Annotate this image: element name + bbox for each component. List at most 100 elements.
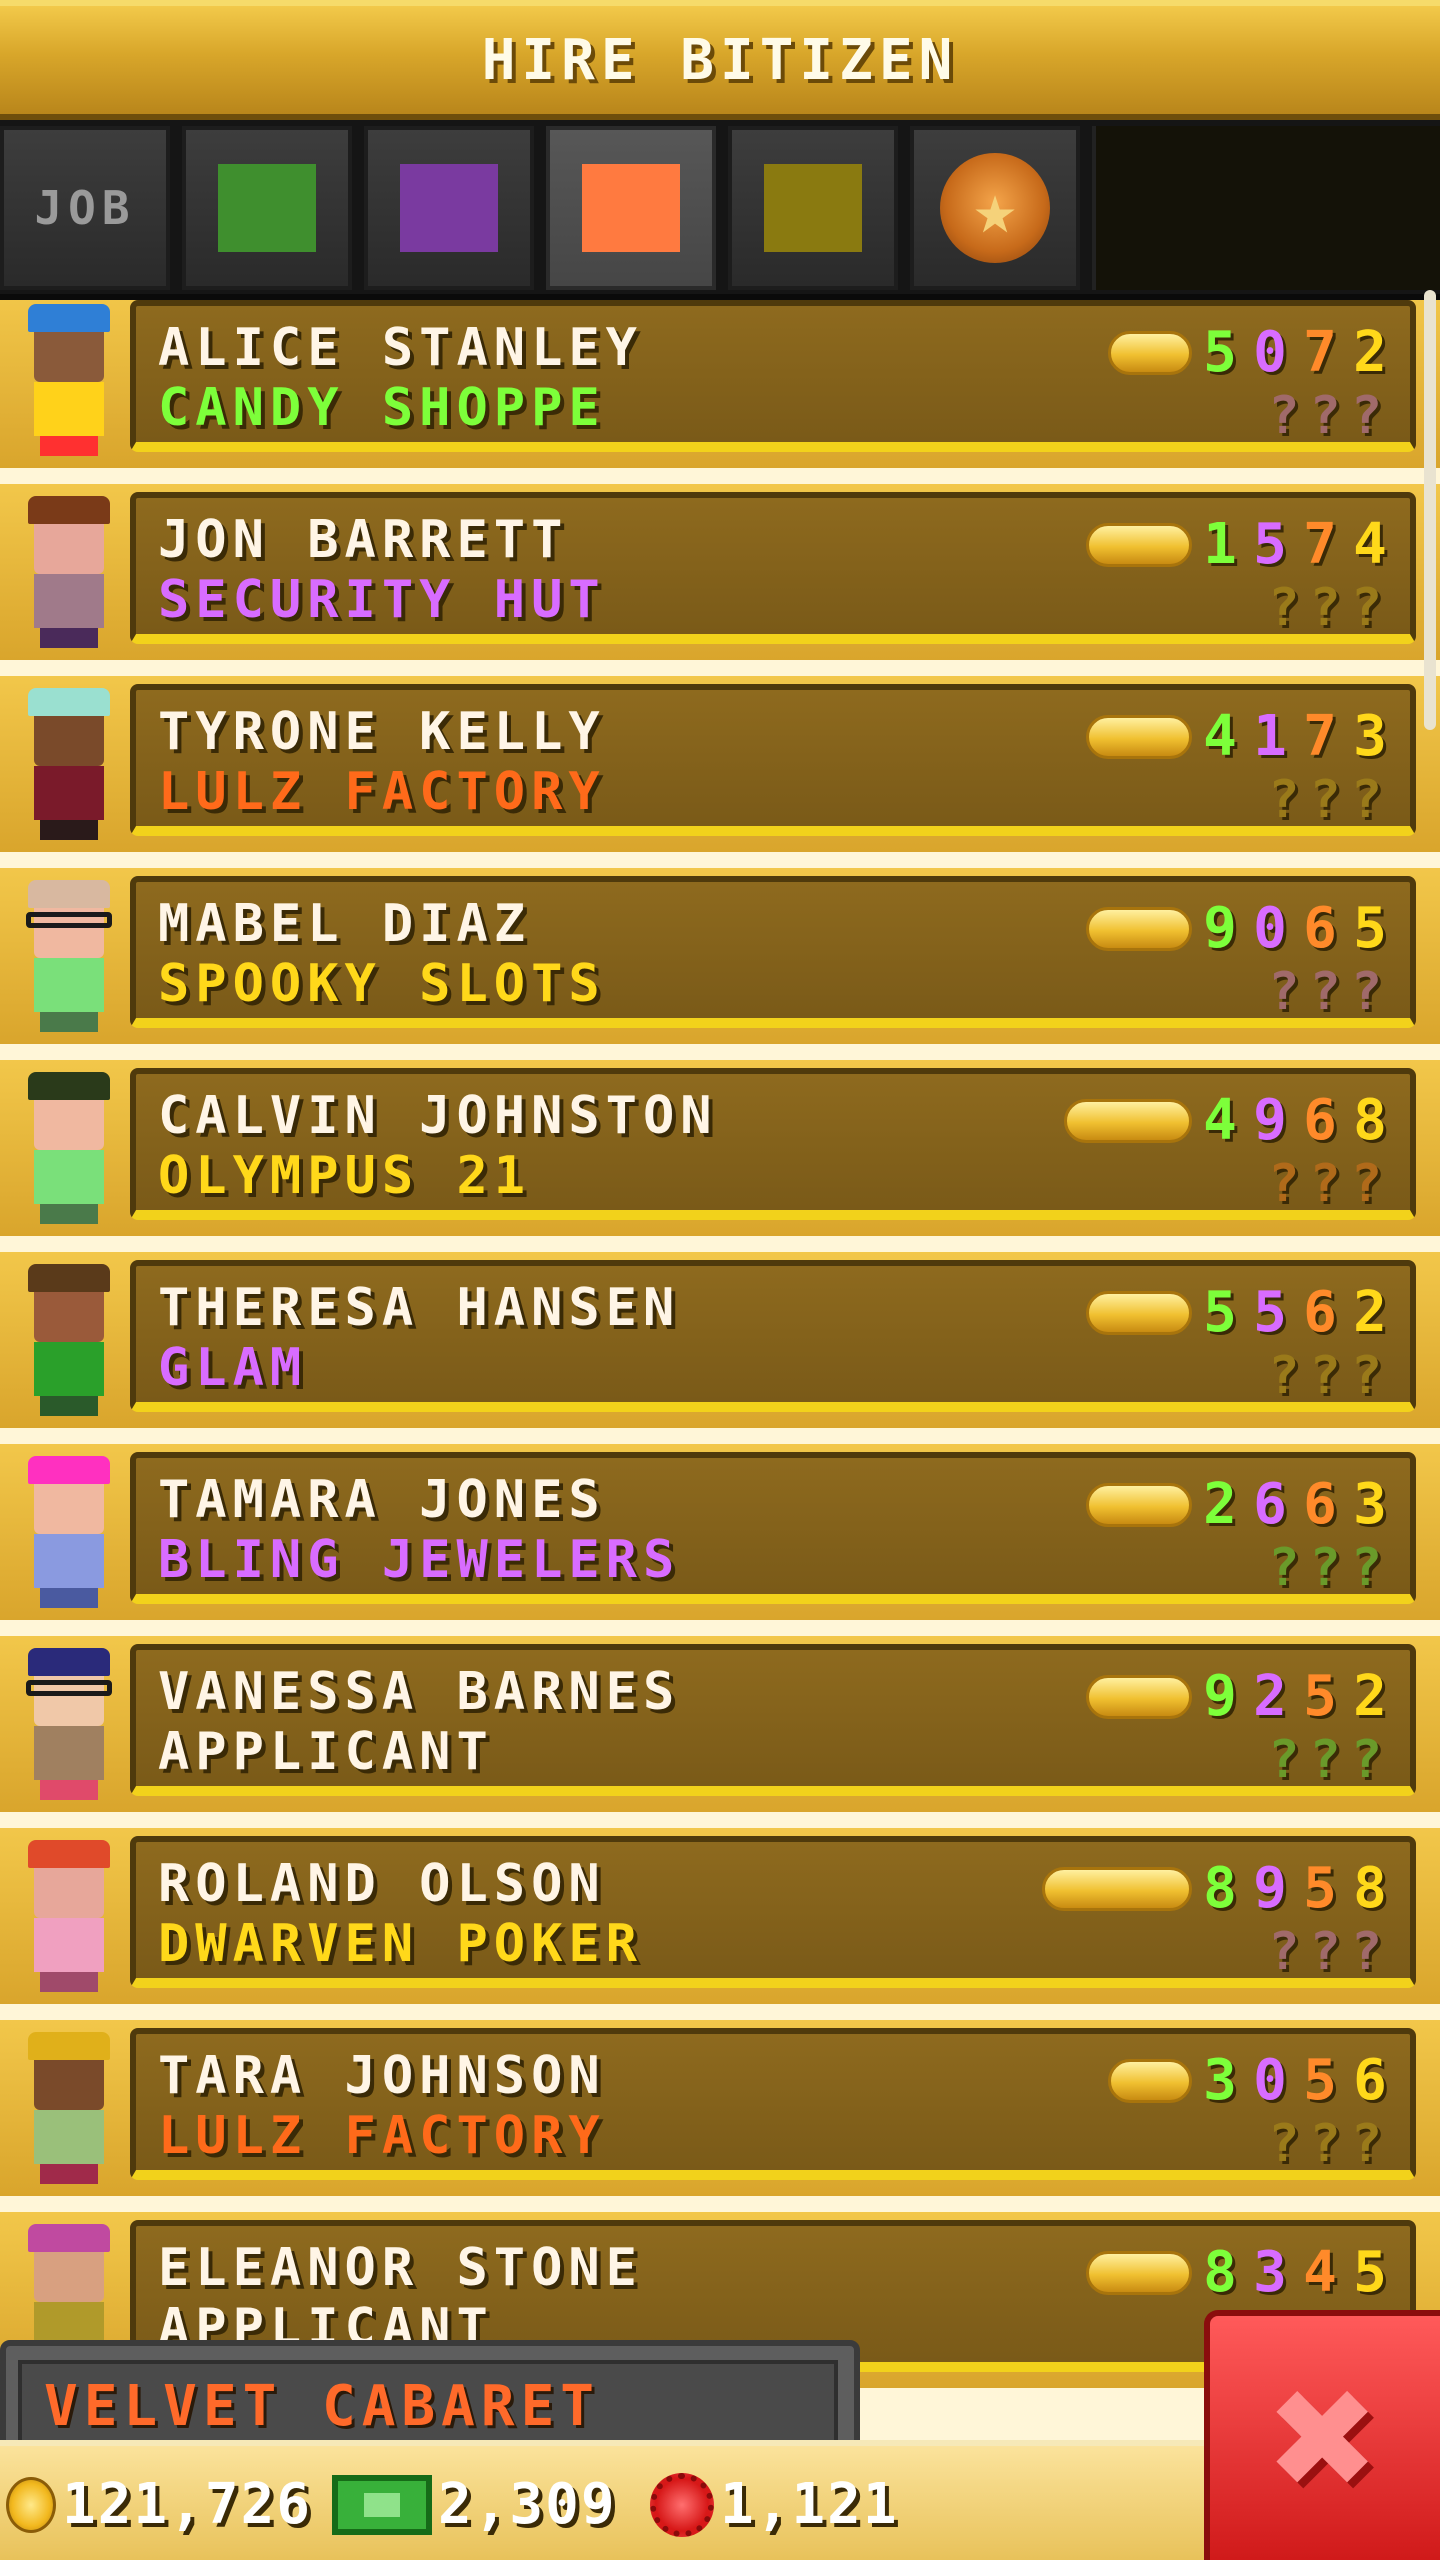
avatar-legs (40, 1012, 98, 1032)
avatar-legs (40, 2164, 98, 2184)
building-tab-inner: VELVET CABARET (18, 2360, 838, 2450)
bitizen-name: ELEANOR STONE (158, 2238, 643, 2298)
close-button[interactable]: ✖ (1204, 2310, 1440, 2560)
dream-job-unknown: ??? (1268, 1538, 1392, 1598)
avatar-legs (40, 1204, 98, 1224)
bitizen-card: TAMARA JONES BLING JEWELERS 2663 ??? (130, 1452, 1416, 1604)
skill-digit: 6 (1303, 1280, 1337, 1345)
skill-digit: 5 (1353, 2240, 1387, 2305)
bitizen-list[interactable]: ALICE STANLEY CANDY SHOPPE 5072 ??? JON … (0, 300, 1440, 2440)
skill-digit: 4 (1353, 512, 1387, 577)
bitizen-row[interactable]: ALICE STANLEY CANDY SHOPPE 5072 ??? (0, 300, 1440, 476)
tab-yellow[interactable] (728, 126, 898, 290)
tab-job-label: JOB (34, 181, 136, 235)
skill-digit: 5 (1253, 512, 1287, 577)
skill-digit: 9 (1253, 1088, 1287, 1153)
avatar-legs (40, 436, 98, 456)
skill-digit: 0 (1253, 2048, 1287, 2113)
coin-stack-icon (1108, 2058, 1192, 2103)
tab-purple[interactable] (364, 126, 534, 290)
bitizen-row[interactable]: THERESA HANSEN GLAM 5562 ??? (0, 1244, 1440, 1436)
bitizen-card: TARA JOHNSON LULZ FACTORY 3056 ??? (130, 2028, 1416, 2180)
bitizen-job: CANDY SHOPPE (158, 378, 606, 438)
tab-green[interactable] (182, 126, 352, 290)
skill-digit: 8 (1353, 1088, 1387, 1153)
bitizen-name: CALVIN JOHNSTON (158, 1086, 718, 1146)
bitizen-avatar (18, 2026, 118, 2186)
avatar-hair (28, 2224, 110, 2252)
skill-digit: 3 (1353, 704, 1387, 769)
skill-digit: 5 (1303, 1856, 1337, 1921)
avatar-hair (28, 496, 110, 524)
dream-job-unknown: ??? (1268, 1730, 1392, 1790)
tab-bar-filler (1092, 126, 1440, 290)
filter-tabs: JOB ★ (0, 120, 1440, 300)
avatar-legs (40, 628, 98, 648)
bitizen-name: ROLAND OLSON (158, 1854, 606, 1914)
stat-box: 8345 (1086, 2240, 1392, 2305)
bitizen-avatar (18, 1834, 118, 1994)
stat-box: 8958 (1042, 1856, 1392, 1921)
star-badge-icon: ★ (940, 153, 1050, 263)
avatar-body (34, 1918, 104, 1972)
header-bar: HIRE BITIZEN (0, 0, 1440, 120)
skill-digit: 8 (1353, 1856, 1387, 1921)
bitizen-row[interactable]: ROLAND OLSON DWARVEN POKER 8958 ??? (0, 1820, 1440, 2012)
skill-digit: 2 (1353, 320, 1387, 385)
bitizen-row[interactable]: MABEL DIAZ SPOOKY SLOTS 9065 ??? (0, 860, 1440, 1052)
skill-digit: 8 (1203, 2240, 1237, 2305)
dream-job-unknown: ??? (1268, 770, 1392, 830)
dream-job-unknown: ??? (1268, 386, 1392, 446)
stat-box: 9065 (1086, 896, 1392, 961)
bitizen-row[interactable]: VANESSA BARNES APPLICANT 9252 ??? (0, 1628, 1440, 1820)
avatar-legs (40, 1588, 98, 1608)
bitizen-card: ROLAND OLSON DWARVEN POKER 8958 ??? (130, 1836, 1416, 1988)
building-name: VELVET CABARET (44, 2374, 601, 2439)
bitizen-avatar (18, 1642, 118, 1802)
skill-digit: 1 (1203, 512, 1237, 577)
bux-value: 2,309 (438, 2472, 617, 2537)
coin-stack-icon (1086, 1290, 1192, 1335)
bitizen-row[interactable]: JON BARRETT SECURITY HUT 1574 ??? (0, 476, 1440, 668)
bitizen-row[interactable]: CALVIN JOHNSTON OLYMPUS 21 4968 ??? (0, 1052, 1440, 1244)
avatar-legs (40, 820, 98, 840)
skill-digit: 5 (1253, 1280, 1287, 1345)
stat-box: 5562 (1086, 1280, 1392, 1345)
avatar-body (34, 1726, 104, 1780)
scrollbar[interactable] (1424, 290, 1436, 730)
bitizen-job: DWARVEN POKER (158, 1914, 643, 1974)
skill-digit: 3 (1203, 2048, 1237, 2113)
bitizen-card: MABEL DIAZ SPOOKY SLOTS 9065 ??? (130, 876, 1416, 1028)
avatar-hair (28, 1072, 110, 1100)
bitizen-name: TARA JOHNSON (158, 2046, 606, 2106)
bitizen-job: SECURITY HUT (158, 570, 606, 630)
bitizen-job: GLAM (158, 1338, 308, 1398)
tab-favorites[interactable]: ★ (910, 126, 1080, 290)
avatar-body (34, 2110, 104, 2164)
dream-job-unknown: ??? (1268, 1922, 1392, 1982)
skill-digit: 4 (1203, 704, 1237, 769)
bitizen-job: SPOOKY SLOTS (158, 954, 606, 1014)
coin-stack-icon (1042, 1866, 1192, 1911)
skill-digit: 5 (1203, 320, 1237, 385)
skill-digit: 0 (1253, 320, 1287, 385)
coin-stack-icon (1086, 1674, 1192, 1719)
bitizen-row[interactable]: TAMARA JONES BLING JEWELERS 2663 ??? (0, 1436, 1440, 1628)
avatar-body (34, 1150, 104, 1204)
bitizen-row[interactable]: TYRONE KELLY LULZ FACTORY 4173 ??? (0, 668, 1440, 860)
bitizen-card: CALVIN JOHNSTON OLYMPUS 21 4968 ??? (130, 1068, 1416, 1220)
avatar-body (34, 382, 104, 436)
building-tab[interactable]: VELVET CABARET (0, 2340, 860, 2450)
tab-job[interactable]: JOB (0, 126, 170, 290)
coin-icon (6, 2476, 56, 2533)
stat-box: 5072 (1108, 320, 1392, 385)
bitizen-name: THERESA HANSEN (158, 1278, 681, 1338)
bitizen-row[interactable]: TARA JOHNSON LULZ FACTORY 3056 ??? (0, 2012, 1440, 2204)
coin-stack-icon (1086, 906, 1192, 951)
tab-orange[interactable] (546, 126, 716, 290)
skill-digit: 1 (1253, 704, 1287, 769)
bitizen-card: THERESA HANSEN GLAM 5562 ??? (130, 1260, 1416, 1412)
skill-digit: 7 (1303, 704, 1337, 769)
avatar-hair (28, 304, 110, 332)
page-title: HIRE BITIZEN (481, 27, 959, 93)
